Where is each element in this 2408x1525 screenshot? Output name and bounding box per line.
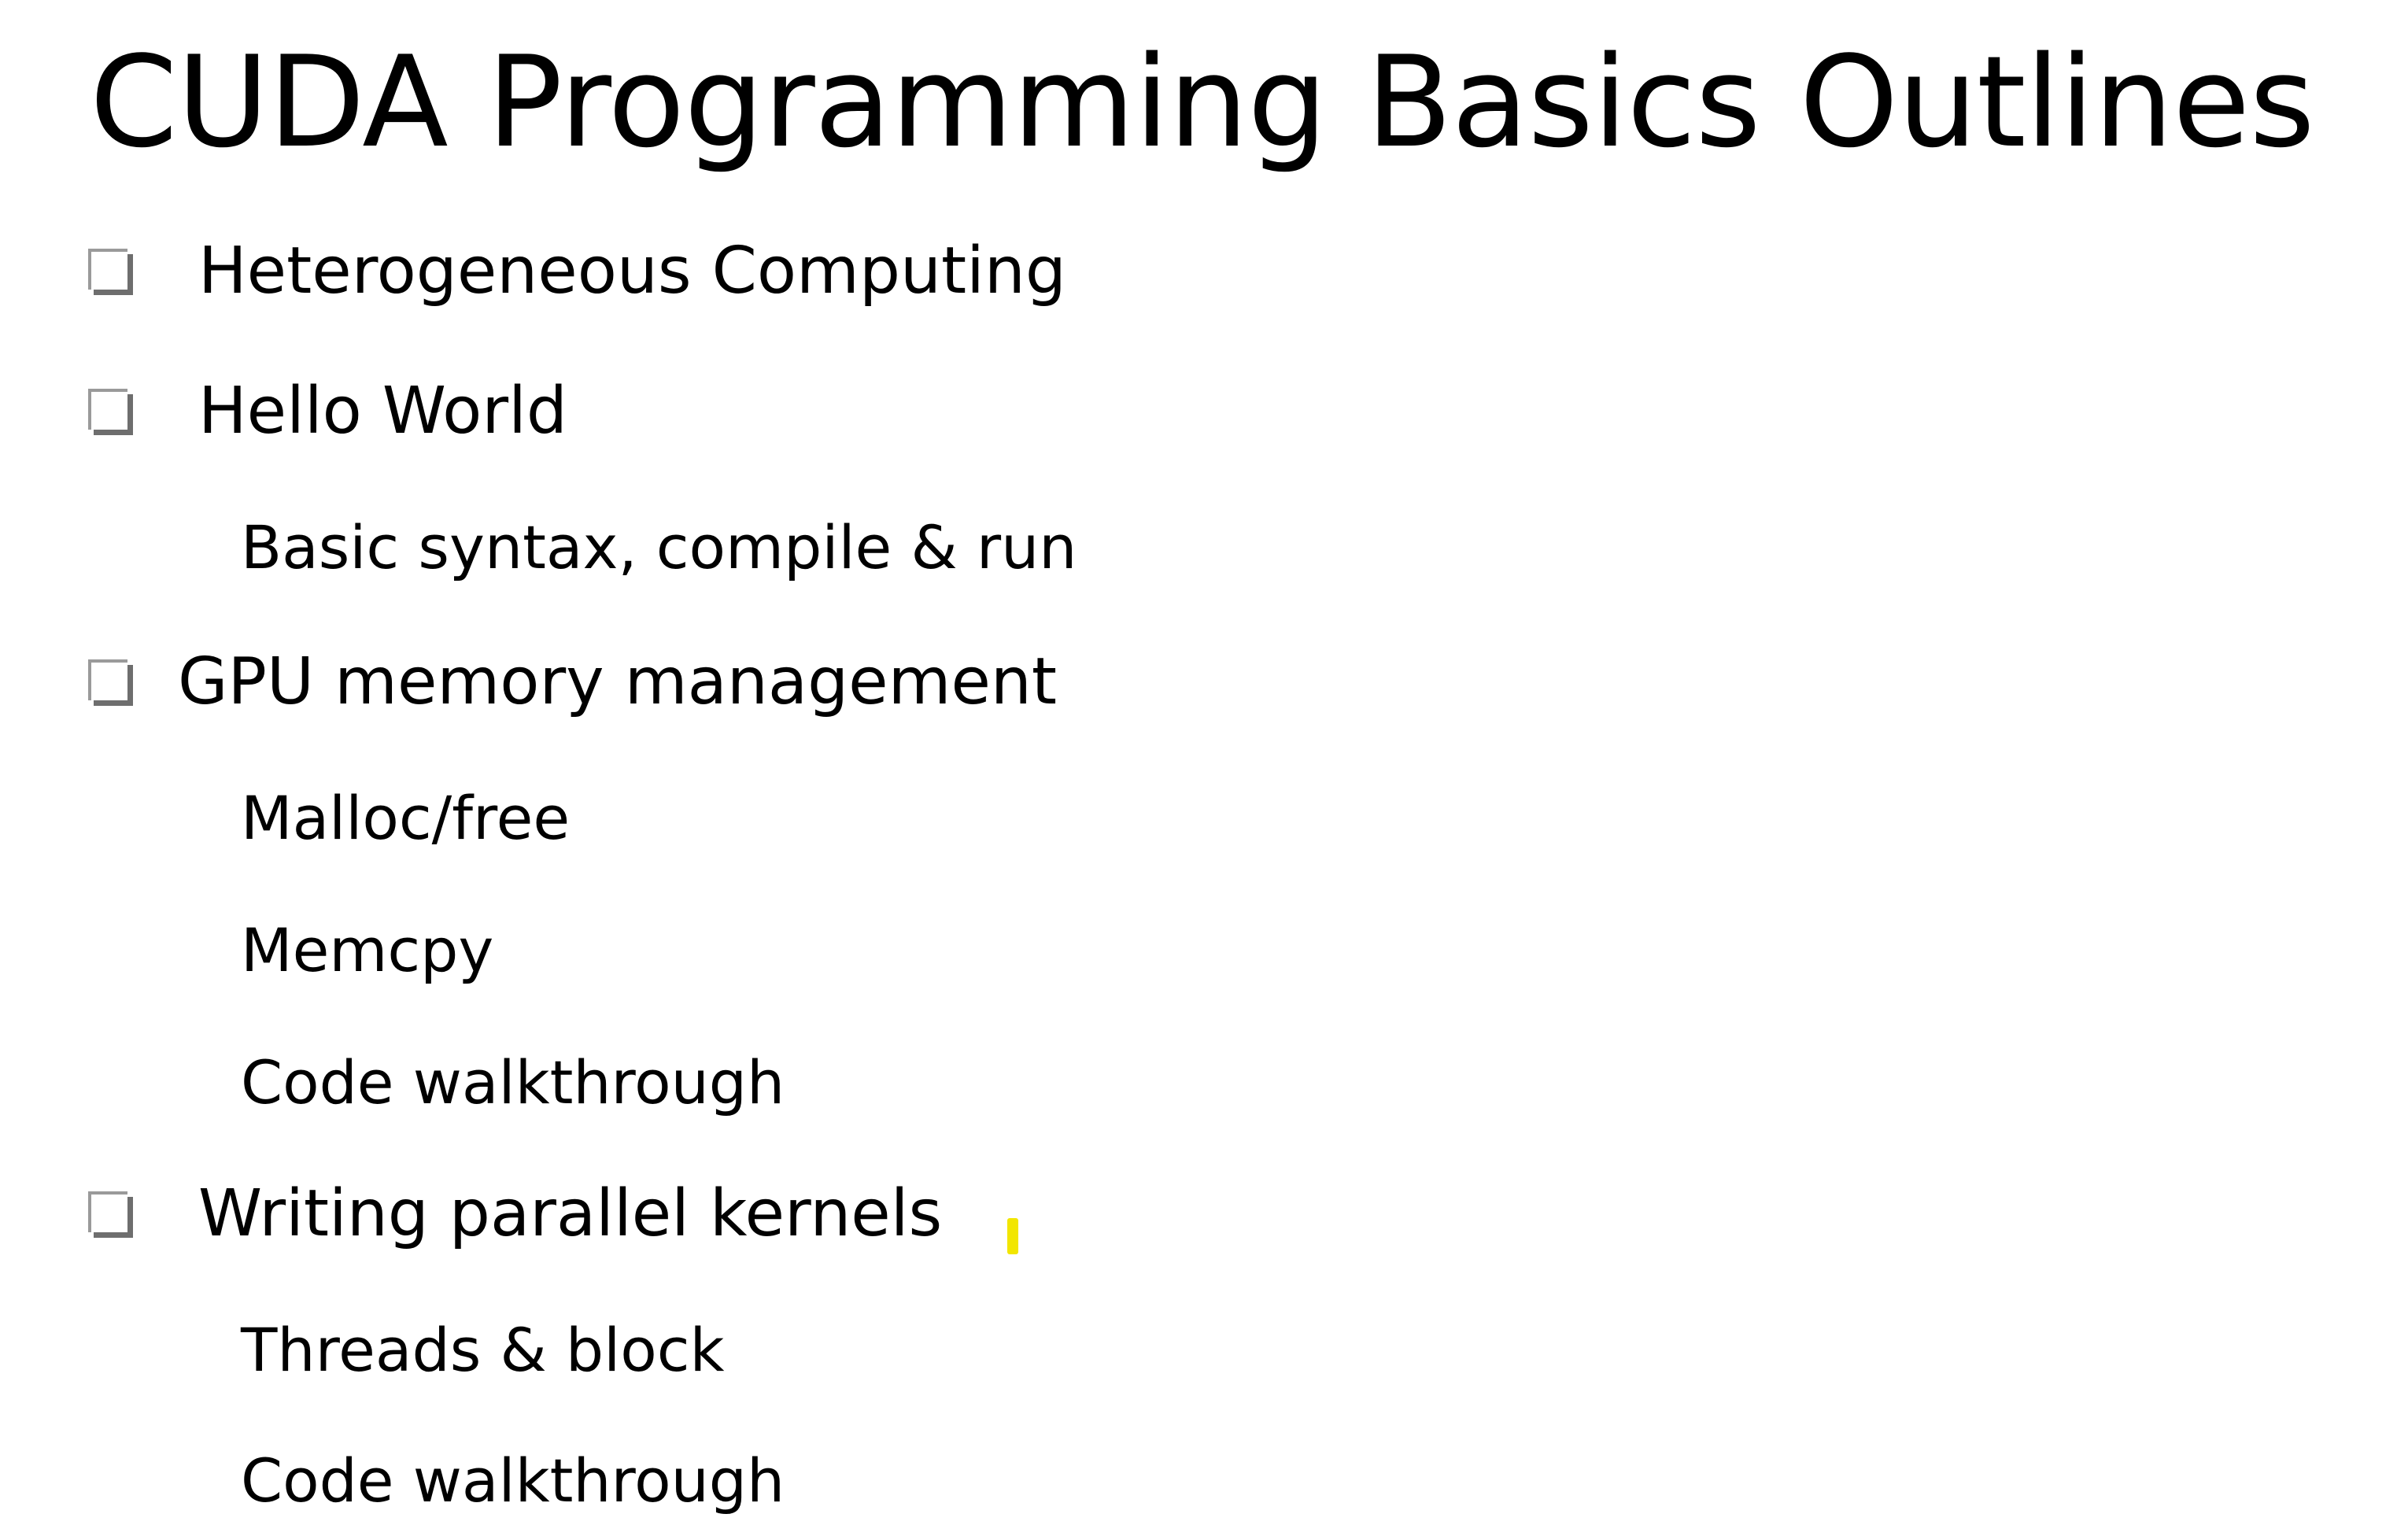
checkbox-icon — [88, 1191, 127, 1232]
outline-item-hello-world: Hello World — [198, 373, 567, 450]
outline-item-label: GPU memory management — [178, 644, 1058, 719]
outline-subitem-threads-block: Threads & block — [241, 1315, 725, 1385]
pointer-highlight-mark — [1007, 1218, 1018, 1254]
outline-item-label: Writing parallel kernels — [198, 1176, 943, 1251]
checkbox-icon — [88, 659, 127, 700]
outline-subitem-basic-syntax: Basic syntax, compile & run — [241, 512, 1077, 582]
checkbox-icon — [88, 389, 127, 430]
outline-subitem-malloc-free: Malloc/free — [241, 783, 571, 853]
outline-item-writing-parallel-kernels: Writing parallel kernels — [198, 1176, 942, 1253]
outline-subitem-memcpy: Memcpy — [241, 915, 494, 985]
outline-item-label: Hello World — [198, 374, 567, 449]
outline-item-heterogeneous-computing: Heterogeneous Computing — [198, 233, 1066, 310]
outline-subitem-code-walkthrough-2: Code walkthrough — [241, 1446, 785, 1516]
outline-item-label: Heterogeneous Computing — [198, 234, 1066, 308]
slide-title: CUDA Programming Basics Outlines — [90, 28, 2315, 175]
outline-subitem-code-walkthrough: Code walkthrough — [241, 1047, 785, 1117]
checkbox-icon — [88, 249, 127, 290]
outline-item-gpu-memory-management: GPU memory management — [178, 644, 1057, 721]
slide: CUDA Programming Basics Outlines Heterog… — [0, 0, 2408, 1525]
